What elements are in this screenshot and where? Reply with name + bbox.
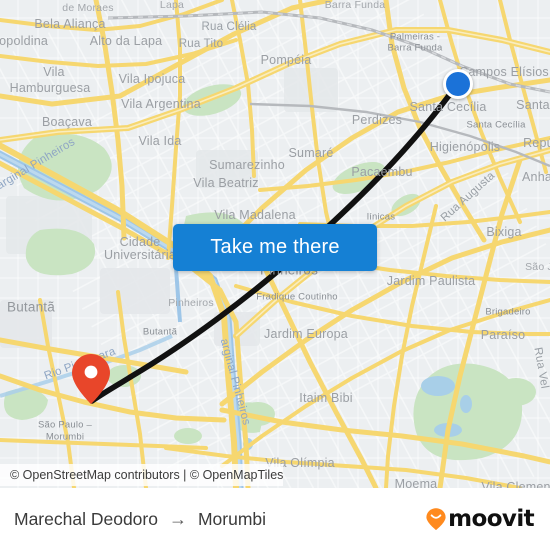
arrow-right-icon: →	[168, 509, 187, 529]
route-destination-label: Morumbi	[197, 508, 267, 529]
take-me-there-button[interactable]: Take me there	[173, 224, 377, 271]
footer-bar: Marechal Deodoro → Morumbi moovit	[0, 488, 550, 550]
moovit-wordmark: moovit	[448, 506, 534, 532]
origin-marker-dot[interactable]	[443, 69, 473, 99]
destination-marker-pin[interactable]	[71, 353, 111, 405]
moovit-pin-icon	[426, 508, 446, 530]
map-canvas[interactable]: de Moraes Lapa Rua Clélia Barra Funda Bela A…	[0, 0, 550, 488]
route-summary: Marechal Deodoro → Morumbi	[14, 509, 266, 530]
route-origin-label: Marechal Deodoro	[14, 508, 158, 529]
map-attribution[interactable]: © OpenStreetMap contributors | © OpenMap…	[0, 464, 284, 486]
moovit-route-card: de Moraes Lapa Rua Clélia Barra Funda Bela A…	[0, 0, 550, 550]
moovit-logo[interactable]: moovit	[425, 506, 535, 532]
